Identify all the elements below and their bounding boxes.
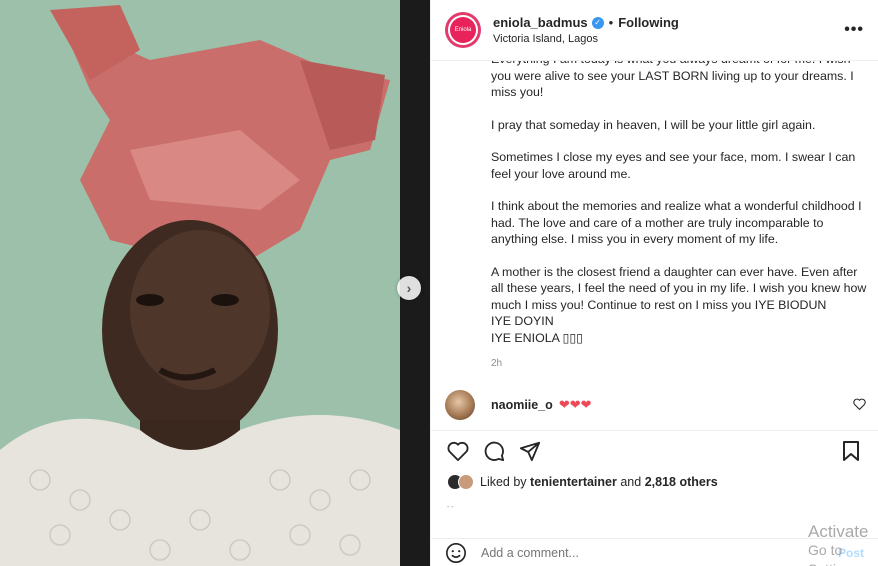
caption-line: A mother is the closest friend a daughte…: [491, 264, 867, 312]
more-horizontal-icon[interactable]: •••: [844, 21, 864, 39]
separator-dot: •: [608, 15, 614, 30]
likes-others-link[interactable]: 2,818 others: [645, 475, 718, 489]
caption-line: IYE ENIOLA ▯▯▯: [491, 330, 584, 345]
likes-middle: and: [616, 475, 645, 489]
post-details-panel: Eniola eniola_badmus ✓ • Following Victo…: [430, 0, 878, 566]
avatar-inner: Eniola: [448, 15, 478, 45]
commenter-avatar[interactable]: [445, 390, 475, 420]
comment-like-icon[interactable]: [853, 398, 866, 413]
action-bar: [431, 430, 878, 470]
emoji-smile-icon[interactable]: [445, 542, 467, 564]
avatar[interactable]: Eniola: [445, 12, 481, 48]
windows-activation-watermark: Activate Go to Settings: [808, 522, 878, 566]
portrait-illustration: [0, 0, 400, 566]
next-image-button[interactable]: ›: [397, 276, 421, 300]
instagram-post-view: › Eniola eniola_badmus ✓ • Following Vic…: [0, 0, 878, 566]
caption-text: Everything I am today is what you always…: [491, 61, 868, 373]
post-photo-panel: ›: [0, 0, 430, 566]
likes-text: Liked by tenientertainer and 2,818 other…: [480, 475, 718, 489]
following-button[interactable]: Following: [618, 15, 679, 30]
add-comment-input[interactable]: [481, 545, 681, 560]
like-heart-icon[interactable]: [445, 438, 471, 464]
likes-summary: Liked by tenientertainer and 2,818 other…: [447, 474, 718, 490]
caption-paragraph: Sometimes I close my eyes and see your f…: [491, 150, 856, 181]
caption-paragraph: Everything I am today is what you always…: [491, 61, 854, 99]
liked-by-user-link[interactable]: tenientertainer: [530, 475, 617, 489]
post-date-faint: - -: [447, 504, 454, 511]
caption-paragraph: A mother is the closest friend a daughte…: [491, 264, 868, 347]
comment-row: naomiie_o ❤❤❤: [445, 388, 866, 422]
post-photo: [0, 0, 400, 566]
comment-text: ❤❤❤: [558, 397, 592, 412]
comment-bubble-icon[interactable]: [481, 438, 507, 464]
caption-line: IYE DOYIN: [491, 314, 554, 328]
verified-badge-icon: ✓: [591, 16, 604, 29]
avatar-logo: Eniola: [450, 17, 476, 43]
liker-avatar[interactable]: [458, 474, 474, 490]
watermark-line: Activate: [808, 522, 869, 541]
share-paper-plane-icon[interactable]: [517, 438, 543, 464]
caption-paragraph: I pray that someday in heaven, I will be…: [491, 117, 816, 132]
post-timestamp[interactable]: 2h: [491, 356, 868, 373]
header-top-row: eniola_badmus ✓ • Following: [493, 15, 844, 30]
post-header: Eniola eniola_badmus ✓ • Following Victo…: [431, 0, 878, 61]
caption-paragraph: I think about the memories and realize w…: [491, 199, 862, 246]
chevron-right-icon: ›: [406, 280, 412, 296]
commenter-username[interactable]: naomiie_o: [491, 398, 553, 412]
bookmark-icon[interactable]: [838, 438, 864, 464]
username-link[interactable]: eniola_badmus: [493, 15, 588, 30]
location-link[interactable]: Victoria Island, Lagos: [493, 33, 844, 45]
watermark-line: Go to Settings: [808, 542, 859, 566]
caption: Everything I am today is what you always…: [431, 61, 878, 566]
likes-prefix: Liked by: [480, 475, 531, 489]
header-text: eniola_badmus ✓ • Following Victoria Isl…: [493, 15, 844, 45]
